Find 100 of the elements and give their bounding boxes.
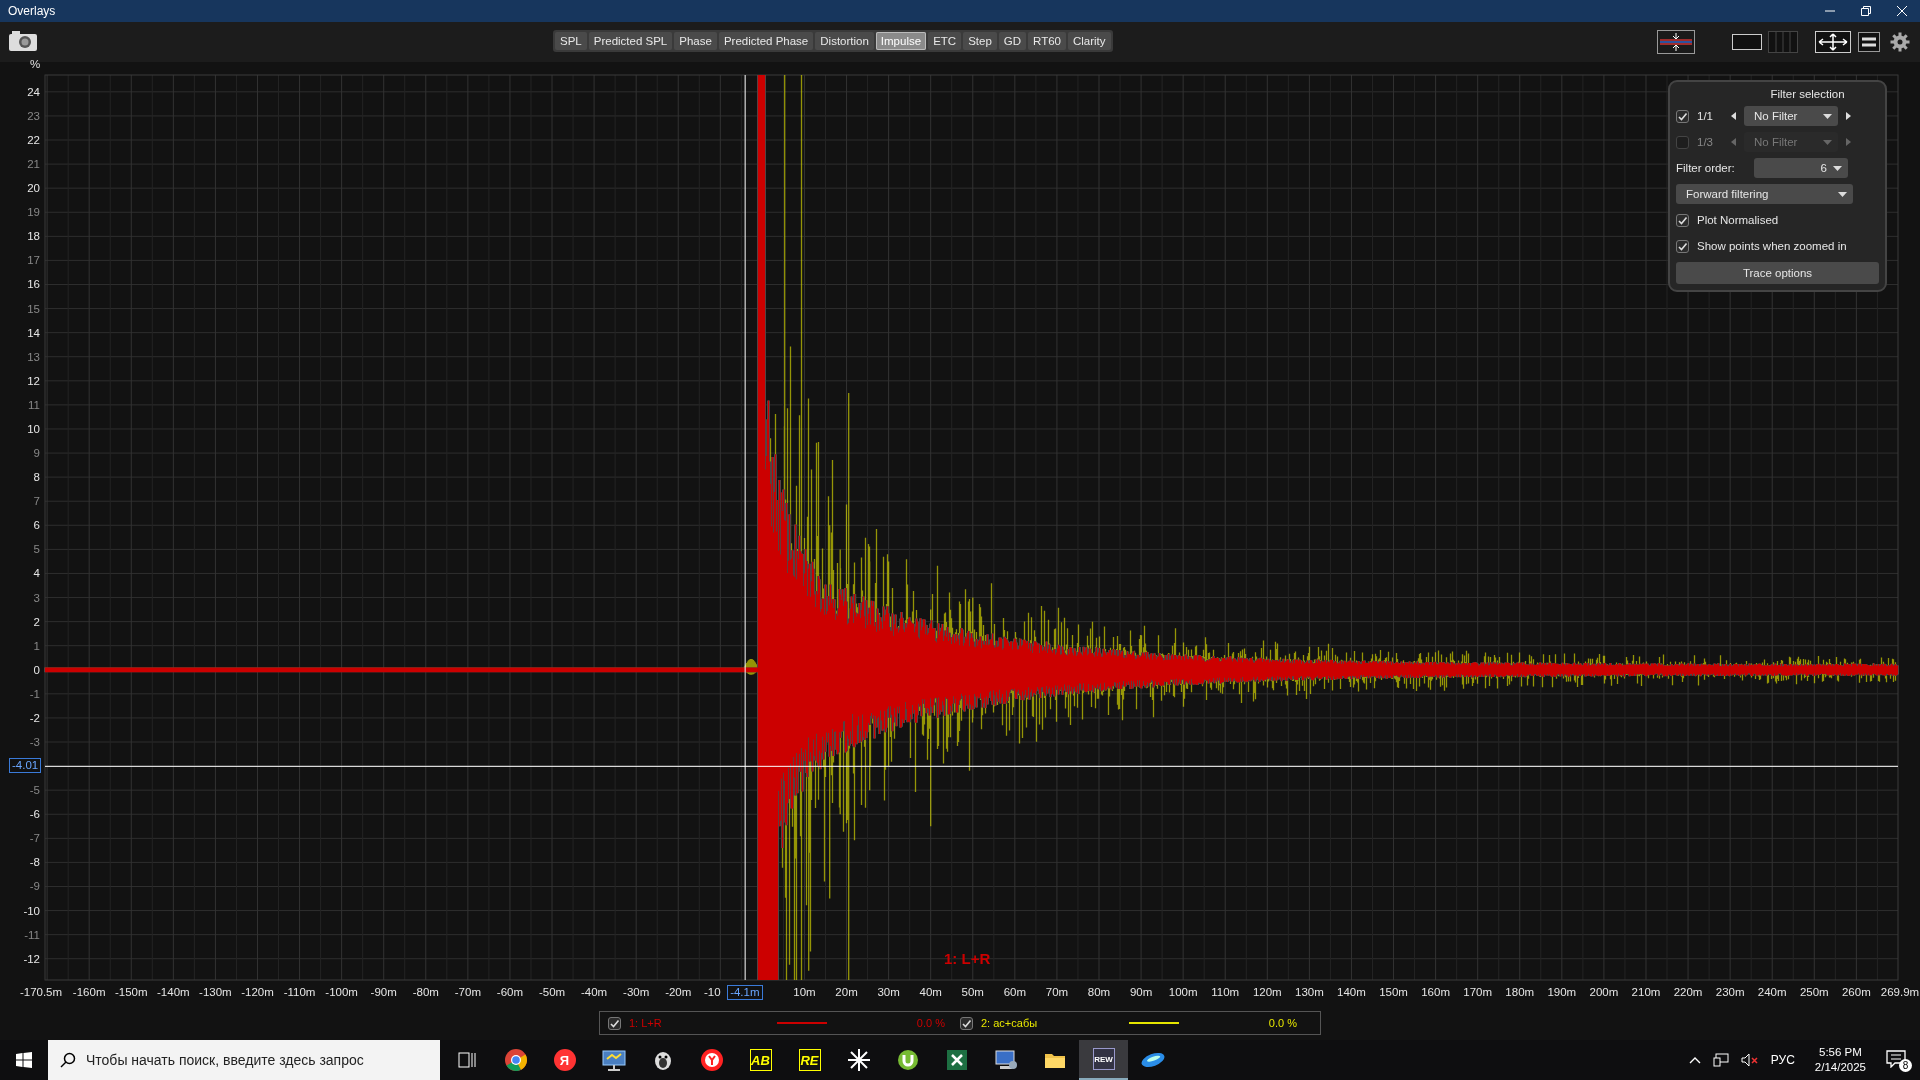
filter-order-label: Filter order: xyxy=(1676,162,1736,174)
app-icon[interactable]: AB xyxy=(749,1049,772,1071)
x-axis-label: -110m xyxy=(283,986,316,998)
y-axis-label: -2 xyxy=(29,710,40,725)
x-axis-label: 60m xyxy=(1003,986,1027,998)
browser-icon[interactable] xyxy=(699,1048,724,1072)
tab[interactable]: Distortion xyxy=(815,32,874,50)
trace-name: 1: L+R xyxy=(629,1017,663,1029)
y-axis-label: 21 xyxy=(27,157,40,172)
windows-start-icon[interactable] xyxy=(16,1052,32,1068)
settings-icon[interactable] xyxy=(1890,32,1910,52)
cursor-line[interactable] xyxy=(44,765,1899,767)
task-view-icon[interactable] xyxy=(457,1052,476,1068)
y-axis-label: -7 xyxy=(29,831,40,846)
y-axis-label: -1 xyxy=(29,686,40,701)
checkbox[interactable] xyxy=(1676,109,1689,123)
y-axis-label: 3 xyxy=(33,590,40,605)
y-axis-label: 6 xyxy=(33,518,40,533)
close-icon[interactable] xyxy=(1897,6,1907,16)
speaker-muted-icon[interactable] xyxy=(1740,1053,1759,1067)
checkbox[interactable] xyxy=(1676,213,1689,227)
x-axis-label: 160m xyxy=(1421,986,1450,998)
x-axis-label: -80m xyxy=(412,986,439,998)
restore-icon[interactable] xyxy=(1861,6,1871,16)
x-axis-label: 220m xyxy=(1673,986,1703,998)
clock-date[interactable]: 2/14/2025 xyxy=(1814,1060,1866,1075)
chevron-up-icon[interactable] xyxy=(1688,1056,1701,1064)
menu-icon[interactable] xyxy=(1858,32,1880,52)
checkbox[interactable] xyxy=(960,1016,973,1030)
camera-icon[interactable] xyxy=(8,30,38,52)
clock-time[interactable]: 5:56 PM xyxy=(1819,1045,1862,1060)
filter-label: 1/1 xyxy=(1697,110,1714,122)
app-icon[interactable]: REW xyxy=(1092,1048,1115,1070)
dropdown[interactable]: Forward filtering xyxy=(1676,184,1853,204)
tab[interactable]: Clarity xyxy=(1067,32,1111,50)
x-axis-label: 210m xyxy=(1631,986,1661,998)
search-field[interactable]: Чтобы начать поиск, введите здесь запрос xyxy=(48,1040,440,1080)
y-axis-label: 0 xyxy=(33,662,40,677)
folder-icon[interactable] xyxy=(1043,1051,1066,1069)
tab[interactable]: Phase xyxy=(674,32,717,50)
x-axis-label: 40m xyxy=(919,986,942,998)
monitor-icon[interactable] xyxy=(601,1049,626,1071)
x-axis-label: 240m xyxy=(1757,986,1787,998)
torrent-icon[interactable] xyxy=(896,1049,919,1071)
y-axis-label: 18 xyxy=(27,229,40,244)
tab[interactable]: Step xyxy=(963,32,997,50)
option-label: Show points when zoomed in xyxy=(1697,240,1847,252)
app-icon[interactable]: Я xyxy=(553,1049,576,1071)
x-axis-label: 269.9m xyxy=(1880,986,1920,998)
notification-icon[interactable] xyxy=(1886,1050,1906,1068)
browser-icon[interactable] xyxy=(503,1048,528,1072)
caret-icon xyxy=(1833,165,1842,171)
y-axis-label: -5 xyxy=(29,783,40,798)
x-axis-label: -130m xyxy=(199,986,232,998)
language-indicator[interactable]: РУС xyxy=(1770,1053,1795,1067)
tab[interactable]: Predicted SPL xyxy=(588,32,673,50)
x-axis-label: 230m xyxy=(1715,986,1745,998)
x-axis-label: 50m xyxy=(961,986,984,998)
x-axis-label: -20m xyxy=(665,986,692,998)
x-axis-label: -170.5m xyxy=(19,986,63,998)
y-axis-label: 12 xyxy=(27,373,40,388)
x-axis-label: 140m xyxy=(1337,986,1366,998)
filter-label: 1/3 xyxy=(1697,136,1714,148)
zoom-fit-icon[interactable] xyxy=(1815,31,1851,53)
dropdown[interactable]: No Filter xyxy=(1744,106,1838,126)
trace-value: 0.0 % xyxy=(1267,1017,1297,1029)
computer-icon[interactable] xyxy=(993,1049,1018,1071)
y-axis-label: 2 xyxy=(33,614,40,629)
left-arrow-icon[interactable] xyxy=(1731,112,1736,120)
cursor-readout: -4.01 xyxy=(9,758,42,774)
x-axis-label: -50m xyxy=(538,986,566,998)
checkbox[interactable] xyxy=(1676,239,1689,253)
y-axis-label: -3 xyxy=(29,735,40,749)
spreadsheet-icon[interactable] xyxy=(945,1049,968,1071)
x-axis-label: -140m xyxy=(157,986,190,998)
tab[interactable]: SPL xyxy=(555,32,587,50)
tab[interactable]: ETC xyxy=(928,32,962,50)
y-axis-label: 13 xyxy=(27,349,40,364)
star-icon[interactable] xyxy=(847,1049,870,1071)
y-axis-label: 5 xyxy=(33,542,40,557)
notification-count: 8 xyxy=(1899,1059,1912,1072)
tab[interactable]: RT60 xyxy=(1028,32,1066,50)
single-pane-icon[interactable] xyxy=(1732,34,1762,50)
traces-icon[interactable] xyxy=(1657,30,1695,54)
x-axis-label: -10 xyxy=(704,986,721,998)
y-axis-label: 1 xyxy=(33,638,40,653)
y-axis-label: 24 xyxy=(27,84,40,99)
option-label: Plot Normalised xyxy=(1697,214,1779,226)
right-arrow-icon[interactable] xyxy=(1846,112,1851,120)
x-axis-label: 20m xyxy=(835,986,858,998)
dropdown[interactable]: 6 xyxy=(1754,158,1848,178)
app-icon[interactable]: RE xyxy=(798,1049,821,1071)
checkbox[interactable] xyxy=(608,1016,621,1030)
trace-options-button[interactable]: Trace options xyxy=(1676,262,1879,284)
disc-icon[interactable] xyxy=(1139,1052,1166,1068)
x-axis-label: -120m xyxy=(241,986,274,998)
network-icon[interactable] xyxy=(1712,1053,1729,1067)
y-axis-label: 23 xyxy=(27,108,40,123)
tab[interactable]: Predicted Phase xyxy=(718,32,814,50)
tab[interactable]: GD xyxy=(998,32,1027,50)
